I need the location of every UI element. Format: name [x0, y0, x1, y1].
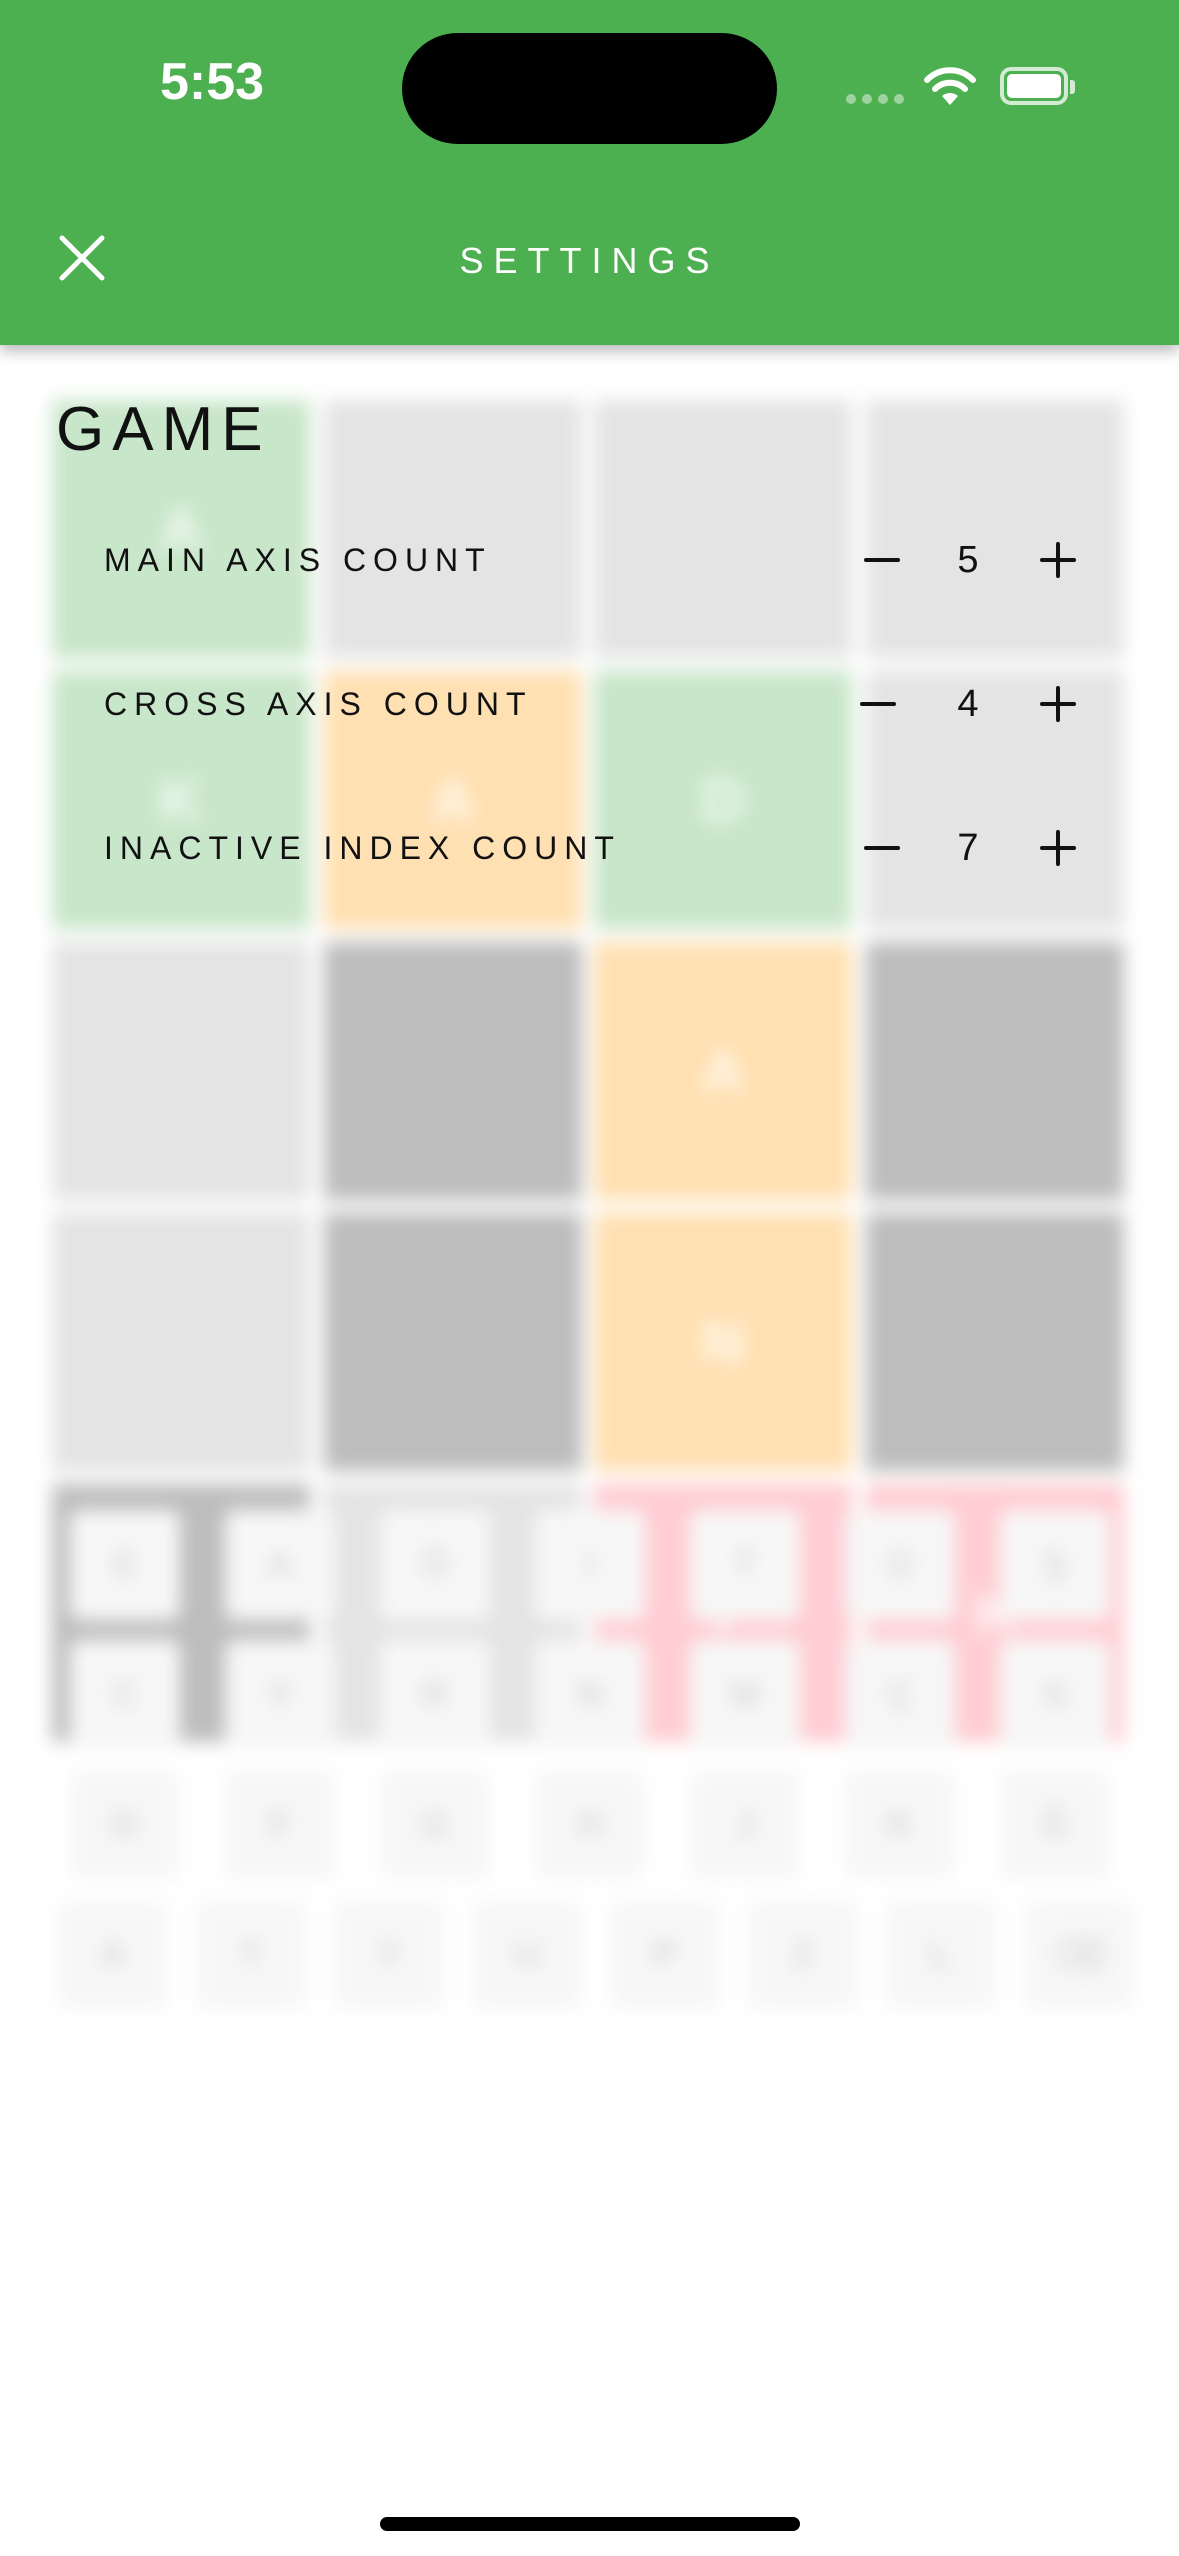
keyboard-key: Ö: [380, 1510, 490, 1620]
board-tile: [866, 942, 1124, 1200]
cellular-signal-icon: [846, 94, 904, 104]
setting-label: INACTIVE INDEX COUNT: [104, 830, 621, 866]
home-indicator: [380, 2517, 800, 2531]
keyboard-key: L: [886, 1900, 996, 2010]
keyboard-key: F: [225, 1770, 335, 1880]
app-header: 5:53 SETTINGS: [0, 0, 1179, 345]
keyboard-key: U: [472, 1900, 582, 2010]
keyboard-key: S: [1000, 1640, 1110, 1750]
minus-icon[interactable]: [852, 530, 912, 590]
keyboard-key: D: [70, 1770, 180, 1880]
board-tile: N: [594, 1213, 852, 1471]
keyboard-key: N: [535, 1640, 645, 1750]
setting-row-inactive-index-count: INACTIVE INDEX COUNT 7: [0, 798, 1179, 898]
setting-label: MAIN AXIS COUNT: [104, 542, 492, 578]
keyboard-key: Z: [748, 1900, 858, 2010]
keyboard-key: H: [535, 1770, 645, 1880]
keyboard-key: G: [380, 1770, 490, 1880]
section-title: GAME: [56, 395, 271, 464]
keyboard-key: Ü: [845, 1510, 955, 1620]
setting-label: CROSS AXIS COUNT: [104, 686, 533, 722]
board-tile: A: [594, 942, 852, 1200]
board-tile: [866, 1213, 1124, 1471]
plus-icon[interactable]: [1028, 674, 1088, 734]
board-tile: [52, 942, 310, 1200]
plus-icon[interactable]: [1028, 530, 1088, 590]
wifi-icon: [924, 67, 976, 105]
board-tile: [324, 1213, 582, 1471]
status-time: 5:53: [160, 53, 265, 111]
setting-value: 7: [957, 827, 979, 869]
keyboard-key: E: [70, 1510, 180, 1620]
keyboard-key: I: [535, 1510, 645, 1620]
keyboard-key: K: [845, 1770, 955, 1880]
keyboard-key: Ç: [845, 1640, 955, 1750]
setting-row-cross-axis-count: CROSS AXIS COUNT 4: [0, 654, 1179, 754]
keyboard-key: Ğ: [1000, 1770, 1110, 1880]
keyboard-key: A: [225, 1510, 335, 1620]
keyboard-key: M: [690, 1640, 800, 1750]
keyboard-key: Ş: [1000, 1510, 1110, 1620]
plus-icon[interactable]: [1028, 818, 1088, 878]
keyboard-key: T: [196, 1900, 306, 2010]
dynamic-island: [402, 33, 777, 144]
page-title: SETTINGS: [459, 240, 720, 281]
setting-value: 4: [957, 683, 979, 725]
keyboard-key: P: [610, 1900, 720, 2010]
battery-icon: [1000, 67, 1075, 105]
keyboard-key: C: [70, 1640, 180, 1750]
board-tile: [52, 1213, 310, 1471]
minus-icon[interactable]: [852, 818, 912, 878]
setting-value: 5: [957, 539, 979, 581]
minus-icon[interactable]: [848, 674, 908, 734]
keyboard-key: R: [380, 1640, 490, 1750]
keyboard-key: V: [225, 1640, 335, 1750]
backspace-icon: ⌫: [1024, 1900, 1134, 2010]
keyboard-key: A: [58, 1900, 168, 2010]
board-tile: [324, 942, 582, 1200]
keyboard-key: J: [690, 1770, 800, 1880]
keyboard-key: T: [690, 1510, 800, 1620]
keyboard-key: Y: [334, 1900, 444, 2010]
setting-row-main-axis-count: MAIN AXIS COUNT 5: [0, 510, 1179, 610]
